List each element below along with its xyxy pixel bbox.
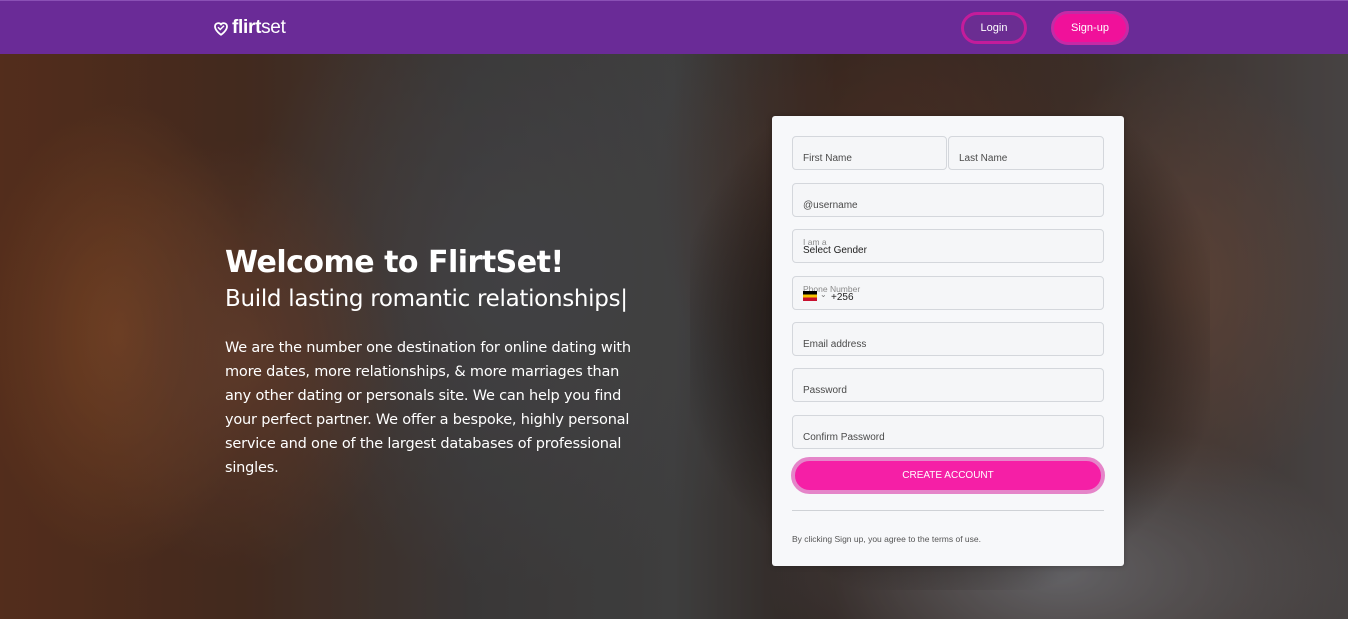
hero-text-block: Welcome to FlirtSet! Build lasting roman… bbox=[225, 244, 645, 480]
typing-cursor: | bbox=[620, 286, 628, 312]
chevron-down-icon[interactable]: ⌄ bbox=[820, 290, 827, 299]
first-name-placeholder: First Name bbox=[803, 153, 852, 164]
logo-text-rest: set bbox=[261, 17, 286, 38]
logo-text-bold: flirt bbox=[232, 17, 262, 38]
confirm-password-field[interactable]: Confirm Password bbox=[792, 415, 1104, 449]
hero-subtitle-text: Build lasting romantic relationships bbox=[225, 286, 621, 312]
hero-subtitle: Build lasting romantic relationships| bbox=[225, 284, 645, 314]
password-placeholder: Password bbox=[803, 385, 847, 396]
first-name-field[interactable]: First Name bbox=[792, 136, 947, 170]
email-placeholder: Email address bbox=[803, 339, 867, 350]
uganda-flag-icon[interactable] bbox=[803, 291, 817, 301]
signup-button[interactable]: Sign-up bbox=[1051, 11, 1129, 45]
terms-text: By clicking Sign up, you agree to the te… bbox=[792, 534, 981, 544]
phone-field[interactable]: Phone Number ⌄ +256 bbox=[792, 276, 1104, 310]
password-field[interactable]: Password bbox=[792, 368, 1104, 402]
username-placeholder: @username bbox=[803, 200, 858, 211]
last-name-field[interactable]: Last Name bbox=[948, 136, 1104, 170]
email-field[interactable]: Email address bbox=[792, 322, 1104, 356]
login-button[interactable]: Login bbox=[961, 12, 1027, 44]
gender-select[interactable]: I am a Select Gender bbox=[792, 229, 1104, 263]
signup-form-card: First Name Last Name @username I am a Se… bbox=[772, 116, 1124, 566]
logo-text: flirtset bbox=[232, 17, 286, 39]
last-name-placeholder: Last Name bbox=[959, 153, 1008, 164]
confirm-password-placeholder: Confirm Password bbox=[803, 432, 885, 443]
heart-icon bbox=[214, 22, 228, 36]
gender-value: Select Gender bbox=[803, 245, 867, 256]
logo[interactable]: flirtset bbox=[212, 17, 286, 39]
form-divider bbox=[792, 510, 1104, 511]
navbar: flirtset Login Sign-up bbox=[0, 0, 1348, 54]
username-field[interactable]: @username bbox=[792, 183, 1104, 217]
hero-title: Welcome to FlirtSet! bbox=[225, 245, 564, 280]
hero-description: We are the number one destination for on… bbox=[225, 340, 631, 476]
phone-country-code: +256 bbox=[831, 292, 854, 303]
create-account-button[interactable]: CREATE ACCOUNT bbox=[791, 457, 1105, 494]
